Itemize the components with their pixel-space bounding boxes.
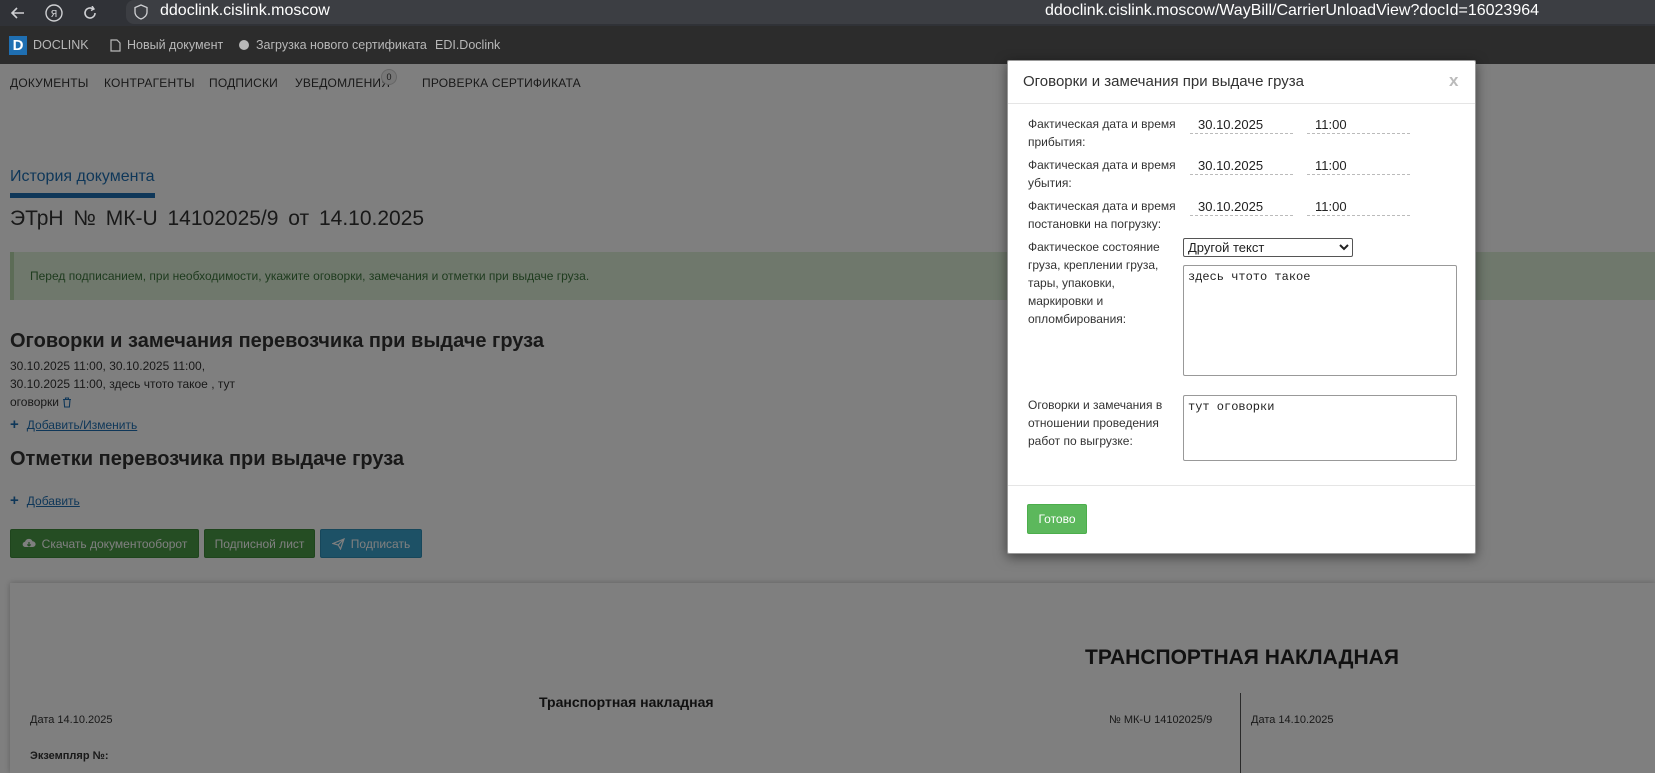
done-button[interactable]: Готово — [1027, 504, 1087, 534]
loading-date-input[interactable] — [1190, 197, 1293, 216]
new-document-label: Новый документ — [127, 38, 224, 52]
browser-toolbar: Я ddoclink.cislink.moscow ddoclink.cisli… — [0, 0, 1655, 26]
departure-date-input[interactable] — [1190, 156, 1293, 175]
remarks-label: Оговорки и замечания в отношении проведе… — [1028, 398, 1163, 448]
shield-icon — [134, 4, 148, 20]
modal-header: Оговорки и замечания при выдаче груза x — [1008, 61, 1475, 104]
svg-text:Я: Я — [51, 9, 58, 20]
departure-time-input[interactable] — [1307, 156, 1410, 175]
remarks-modal: Оговорки и замечания при выдаче груза x … — [1007, 60, 1476, 554]
condition-label: Фактическое состояние груза, креплении г… — [1028, 240, 1160, 326]
close-icon[interactable]: x — [1449, 71, 1458, 91]
logo-text[interactable]: DOCLINK — [33, 38, 89, 52]
logo-icon[interactable]: D — [9, 36, 27, 55]
app-header: D DOCLINK Новый документ Загрузка нового… — [0, 26, 1655, 64]
url-full: ddoclink.cislink.moscow/WayBill/CarrierU… — [1045, 2, 1540, 19]
load-certificate-link[interactable]: Загрузка нового сертификата — [238, 38, 427, 52]
arrival-label: Фактическая дата и время прибытия: — [1028, 117, 1176, 149]
address-bar[interactable]: ddoclink.cislink.moscow ddoclink.cislink… — [126, 0, 1655, 24]
loading-time-input[interactable] — [1307, 197, 1410, 216]
back-arrow-icon[interactable] — [0, 0, 36, 26]
yandex-icon[interactable]: Я — [36, 0, 72, 26]
new-document-link[interactable]: Новый документ — [110, 38, 223, 52]
modal-title: Оговорки и замечания при выдаче груза — [1023, 73, 1304, 90]
condition-select[interactable]: Другой текст — [1183, 238, 1353, 257]
remarks-textarea[interactable]: тут оговорки — [1183, 395, 1457, 461]
departure-label: Фактическая дата и время убытия: — [1028, 158, 1176, 190]
arrival-date-input[interactable] — [1190, 115, 1293, 134]
edi-label: EDI.Doclink — [435, 38, 501, 52]
load-certificate-label: Загрузка нового сертификата — [256, 38, 427, 52]
arrival-time-input[interactable] — [1307, 115, 1410, 134]
modal-footer-divider — [1008, 485, 1475, 486]
condition-textarea[interactable]: здесь чтото такое — [1183, 265, 1457, 376]
loading-label: Фактическая дата и время постановки на п… — [1028, 199, 1176, 231]
document-icon — [110, 38, 121, 52]
edi-link[interactable]: EDI.Doclink — [435, 38, 500, 52]
url-host: ddoclink.cislink.moscow — [160, 2, 330, 19]
refresh-icon[interactable] — [72, 0, 108, 26]
certificate-icon — [239, 40, 249, 50]
